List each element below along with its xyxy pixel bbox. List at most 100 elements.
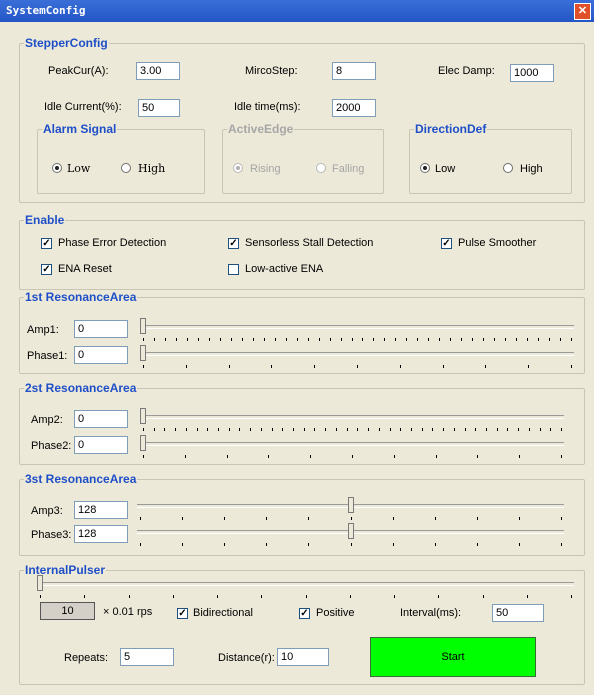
alarm-high-radio[interactable] bbox=[121, 163, 131, 173]
stepper-config-legend: StepperConfig bbox=[25, 36, 108, 50]
elec-damp-input[interactable]: 1000 bbox=[510, 64, 554, 82]
slider-thumb[interactable] bbox=[140, 408, 146, 424]
slider-tick bbox=[308, 543, 310, 546]
slider-tick bbox=[549, 338, 551, 341]
slider-tick bbox=[518, 428, 520, 431]
micro-step-input[interactable]: 8 bbox=[332, 62, 376, 80]
ena-reset-checkbox[interactable]: ✓ bbox=[41, 264, 52, 275]
slider-tick bbox=[476, 517, 478, 520]
start-button[interactable]: Start bbox=[370, 637, 536, 677]
idle-time-input[interactable]: 2000 bbox=[332, 99, 376, 117]
slider-tick bbox=[434, 517, 436, 520]
slider-tick bbox=[143, 455, 144, 458]
amp1-input[interactable]: 0 bbox=[74, 320, 128, 338]
slider-tick bbox=[346, 428, 348, 431]
slider-tick bbox=[464, 428, 466, 431]
alarm-low-label: Low bbox=[67, 162, 91, 175]
close-icon[interactable]: ✕ bbox=[574, 3, 591, 20]
slider-tick bbox=[349, 595, 351, 598]
alarm-signal-group: Alarm Signal bbox=[37, 122, 205, 194]
slider-tick bbox=[153, 338, 155, 341]
slider-tick bbox=[410, 428, 412, 431]
speed-unit-label: × 0.01 rps bbox=[103, 606, 153, 618]
slider-tick bbox=[228, 428, 230, 431]
slider-tick bbox=[485, 365, 487, 368]
alarm-signal-legend: Alarm Signal bbox=[43, 122, 117, 136]
resonance3-legend: 3st ResonanceArea bbox=[25, 472, 137, 486]
slider-tick bbox=[143, 338, 144, 341]
direction-high-radio[interactable] bbox=[503, 163, 513, 173]
active-edge-group: ActiveEdge bbox=[222, 122, 384, 194]
distance-input[interactable]: 10 bbox=[277, 648, 329, 666]
repeats-input[interactable]: 5 bbox=[120, 648, 174, 666]
ena-reset-label: ENA Reset bbox=[58, 263, 112, 275]
phase2-label: Phase2: bbox=[31, 440, 72, 452]
slider-tick bbox=[571, 595, 572, 598]
slider-tick bbox=[239, 428, 241, 431]
direction-low-radio[interactable] bbox=[420, 163, 430, 173]
slider-tick bbox=[250, 428, 252, 431]
phase3-input[interactable]: 128 bbox=[74, 525, 128, 543]
positive-checkbox[interactable]: ✓ bbox=[299, 608, 310, 619]
slider-tick bbox=[164, 428, 166, 431]
repeats-label: Repeats: bbox=[64, 652, 109, 664]
slider-tick bbox=[143, 428, 144, 431]
phase1-input[interactable]: 0 bbox=[74, 346, 128, 364]
window-title: SystemConfig bbox=[6, 4, 86, 17]
bidirectional-checkbox[interactable]: ✓ bbox=[177, 608, 188, 619]
slider-tick bbox=[153, 428, 155, 431]
slider-tick bbox=[271, 428, 273, 431]
slider-tick bbox=[417, 338, 419, 341]
slider-track[interactable] bbox=[140, 415, 564, 419]
phase1-label: Phase1: bbox=[27, 350, 68, 362]
amp2-input[interactable]: 0 bbox=[74, 410, 128, 428]
stall-detection-label: Sensorless Stall Detection bbox=[245, 237, 374, 249]
slider-thumb[interactable] bbox=[140, 318, 146, 334]
slider-tick bbox=[230, 338, 232, 341]
peak-cur-input[interactable]: 3.00 bbox=[136, 62, 180, 80]
slider-tick bbox=[266, 517, 268, 520]
slider-tick bbox=[296, 338, 298, 341]
slider-tick bbox=[439, 338, 441, 341]
positive-label: Positive bbox=[316, 607, 355, 619]
slider-tick bbox=[164, 338, 166, 341]
slider-tick bbox=[482, 595, 484, 598]
slider-thumb[interactable] bbox=[140, 345, 146, 361]
slider-tick bbox=[389, 428, 391, 431]
interval-input[interactable]: 50 bbox=[492, 604, 544, 622]
slider-tick bbox=[219, 338, 221, 341]
active-edge-falling-radio[interactable] bbox=[316, 163, 326, 173]
amp3-input[interactable]: 128 bbox=[74, 501, 128, 519]
slider-thumb[interactable] bbox=[347, 497, 354, 513]
slider-tick bbox=[314, 428, 316, 431]
slider-tick bbox=[434, 543, 436, 546]
slider-thumb[interactable] bbox=[347, 523, 354, 539]
active-edge-rising-radio[interactable] bbox=[233, 163, 243, 173]
slider-track[interactable] bbox=[37, 582, 574, 586]
slider-track[interactable] bbox=[140, 352, 574, 356]
slider-thumb[interactable] bbox=[37, 575, 43, 591]
interval-label: Interval(ms): bbox=[400, 607, 462, 619]
slider-tick bbox=[428, 338, 430, 341]
slider-tick bbox=[263, 338, 265, 341]
slider-track[interactable] bbox=[140, 442, 564, 446]
slider-tick bbox=[207, 428, 209, 431]
alarm-low-radio[interactable] bbox=[52, 163, 62, 173]
phase2-input[interactable]: 0 bbox=[74, 436, 128, 454]
slider-tick bbox=[128, 595, 130, 598]
slider-tick bbox=[561, 455, 562, 458]
idle-current-input[interactable]: 50 bbox=[138, 99, 180, 117]
slider-tick bbox=[274, 338, 276, 341]
low-active-ena-checkbox[interactable] bbox=[228, 264, 239, 275]
phase-error-checkbox[interactable]: ✓ bbox=[41, 238, 52, 249]
slider-tick bbox=[561, 517, 562, 520]
pulse-smoother-checkbox[interactable]: ✓ bbox=[441, 238, 452, 249]
title-bar[interactable]: SystemConfig ✕ bbox=[0, 0, 594, 22]
stall-detection-checkbox[interactable]: ✓ bbox=[228, 238, 239, 249]
slider-track[interactable] bbox=[140, 325, 574, 329]
slider-tick bbox=[483, 338, 485, 341]
slider-tick bbox=[325, 428, 327, 431]
peak-cur-label: PeakCur(A): bbox=[48, 65, 109, 77]
slider-tick bbox=[218, 428, 220, 431]
slider-thumb[interactable] bbox=[140, 435, 146, 451]
